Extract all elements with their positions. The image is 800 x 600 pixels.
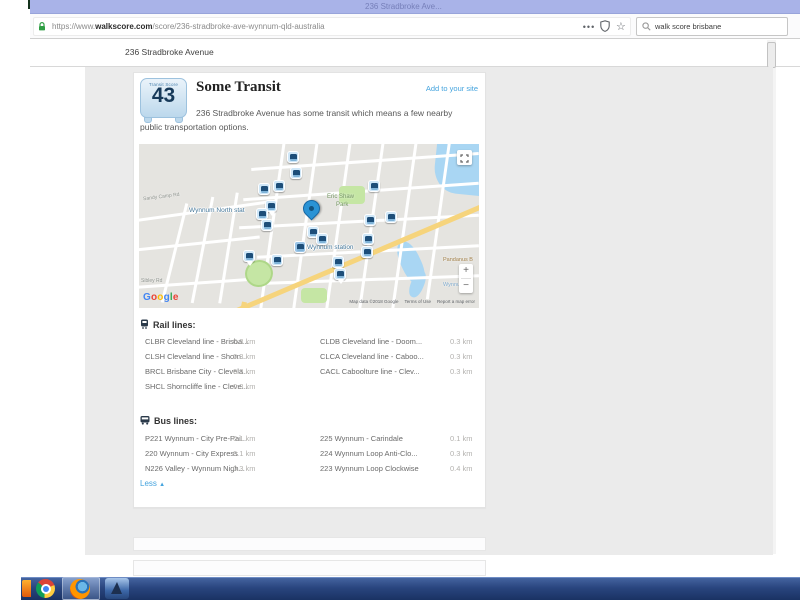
taskbar-app-icon[interactable]: [105, 578, 129, 599]
rail-line-name[interactable]: CLCA Cleveland line - Caboo...: [320, 352, 406, 361]
map-attribution: Map data ©2018 Google Terms of Use Report …: [343, 299, 475, 304]
rail-stop-marker[interactable]: [294, 241, 306, 253]
bus-line-distance: 0.1 km: [450, 434, 473, 443]
bus-stop-marker[interactable]: [362, 233, 374, 245]
address-heading: 236 Stradbroke Avenue: [125, 47, 214, 57]
browser-titlebar: 236 Stradbroke Ave...: [30, 0, 800, 14]
bus-stop-marker[interactable]: [334, 268, 346, 280]
zoom-in-button[interactable]: +: [459, 264, 473, 278]
page-actions-icon[interactable]: •••: [580, 16, 598, 38]
desktop: 236 Stradbroke Ave... https://www.walksc…: [0, 0, 800, 600]
url-bar[interactable]: https://www.walkscore.com/score/236-stra…: [33, 17, 631, 36]
map-road: [161, 203, 189, 303]
terms-link[interactable]: Terms of Use: [404, 299, 431, 304]
next-section-card: [133, 537, 486, 551]
bus-stop-marker[interactable]: [385, 211, 397, 223]
map-park-label: Eric Shaw: [327, 194, 354, 200]
google-logo: Google: [143, 292, 179, 303]
windows-taskbar: [21, 577, 800, 600]
less-link[interactable]: Less ▲: [140, 479, 165, 488]
map-road: [139, 235, 260, 251]
location-pin: [299, 196, 323, 220]
url-text: https://www.walkscore.com/score/236-stra…: [52, 22, 325, 31]
transit-score-badge: Transit Score 43: [140, 78, 187, 118]
firefox-icon[interactable]: [70, 579, 90, 599]
fullscreen-button[interactable]: [457, 150, 472, 165]
map-road-label: Sibley Rd: [141, 278, 162, 284]
description-line-1: 236 Stradbroke Avenue has some transit w…: [196, 108, 452, 118]
padlock-icon: [38, 18, 46, 36]
bus-stop-marker[interactable]: [361, 246, 373, 258]
map-zoom-control[interactable]: + −: [459, 264, 473, 293]
map-area-label: Wynnu: [443, 282, 460, 288]
rail-line-distance: 0.3 km: [233, 337, 256, 346]
map-station-label[interactable]: Wynnum station: [307, 244, 354, 251]
map-park-label: Park: [336, 202, 348, 208]
bus-stop-marker[interactable]: [261, 219, 273, 231]
rail-line-name[interactable]: CLDB Cleveland line - Doom...: [320, 337, 406, 346]
rail-line-name[interactable]: BRCL Brisbane City - Clevela...: [145, 367, 231, 376]
bus-line-distance: 0.1 km: [233, 449, 256, 458]
search-query-text: walk score brisbane: [655, 22, 721, 31]
map-area-label: Pandanus B: [443, 257, 473, 263]
bus-line-distance: 0.4 km: [450, 464, 473, 473]
bookmark-star-icon[interactable]: ☆: [616, 16, 626, 38]
section-heading: Some Transit: [196, 79, 281, 96]
search-icon: [642, 18, 651, 36]
map-road-label: Sandy Camp Rd: [143, 192, 180, 202]
bus-line-name[interactable]: P221 Wynnum - City Pre-Pai...: [145, 434, 231, 443]
bus-line-name[interactable]: 223 Wynnum Loop Clockwise: [320, 464, 406, 473]
tab-title[interactable]: 236 Stradbroke Ave...: [365, 2, 442, 11]
rail-line-distance: 0.3 km: [450, 352, 473, 361]
bus-stop-marker[interactable]: [332, 256, 344, 268]
bus-lines-header: Bus lines:: [140, 415, 197, 426]
bus-line-name[interactable]: 220 Wynnum - City Express: [145, 449, 231, 458]
rail-line-distance: 0.3 km: [233, 352, 256, 361]
map-data-text: Map data ©2018 Google: [349, 299, 398, 304]
rail-line-name[interactable]: CACL Caboolture line - Clev...: [320, 367, 406, 376]
bus-stop-marker[interactable]: [258, 183, 270, 195]
map-park: [301, 288, 327, 303]
rail-line-name[interactable]: CLBR Cleveland line - Brisba...: [145, 337, 231, 346]
rail-line-distance: 0.3 km: [233, 367, 256, 376]
collapse-arrow-icon: ▲: [159, 482, 165, 488]
taskbar-cut-icon[interactable]: [22, 580, 31, 597]
bus-stop-marker[interactable]: [364, 214, 376, 226]
bus-stop-marker[interactable]: [273, 180, 285, 192]
bus-stop-marker[interactable]: [243, 250, 255, 262]
train-icon: [140, 319, 149, 329]
report-error-link[interactable]: Report a map error: [437, 299, 475, 304]
chrome-icon[interactable]: [36, 579, 55, 598]
tracking-shield-icon[interactable]: [600, 19, 610, 37]
transit-score-value: 43: [141, 87, 186, 104]
rail-line-name[interactable]: SHCL Shorncliffe line - Cleve...: [145, 382, 231, 391]
bus-line-name[interactable]: 225 Wynnum - Carindale: [320, 434, 406, 443]
bus-line-distance: 0.3 km: [233, 464, 256, 473]
rail-line-distance: 0.3 km: [450, 337, 473, 346]
map-road: [358, 144, 385, 308]
scrollbar-thumb[interactable]: [767, 42, 776, 68]
bus-stop-marker[interactable]: [290, 167, 302, 179]
rail-line-name[interactable]: CLSH Cleveland line - Shorn...: [145, 352, 231, 361]
map-station-label[interactable]: Wynnum North stat: [189, 207, 245, 214]
bus-stop-marker[interactable]: [271, 254, 283, 266]
rail-line-distance: 0.3 km: [450, 367, 473, 376]
search-input[interactable]: walk score brisbane: [636, 17, 788, 36]
rail-line-distance: 0.3 km: [233, 382, 256, 391]
bus-line-name[interactable]: 224 Wynnum Loop Anti-Clo...: [320, 449, 406, 458]
description-line-2: public transportation options.: [140, 122, 249, 132]
bus-stop-marker[interactable]: [368, 180, 380, 192]
rail-lines-header: Rail lines:: [140, 319, 196, 330]
bus-line-distance: 0.3 km: [450, 449, 473, 458]
bus-stop-marker[interactable]: [287, 151, 299, 163]
bus-line-distance: 0.1 km: [233, 434, 256, 443]
zoom-out-button[interactable]: −: [459, 279, 473, 293]
bus-line-name[interactable]: N226 Valley - Wynnum Nigh...: [145, 464, 231, 473]
transit-map[interactable]: Sandy Camp Rd Sibley Rd Wynnum North sta…: [139, 144, 479, 308]
bus-icon: [140, 415, 150, 425]
bus-stop-marker[interactable]: [316, 233, 328, 245]
add-to-your-site-link[interactable]: Add to your site: [398, 84, 478, 93]
next-section-card: [133, 560, 486, 576]
